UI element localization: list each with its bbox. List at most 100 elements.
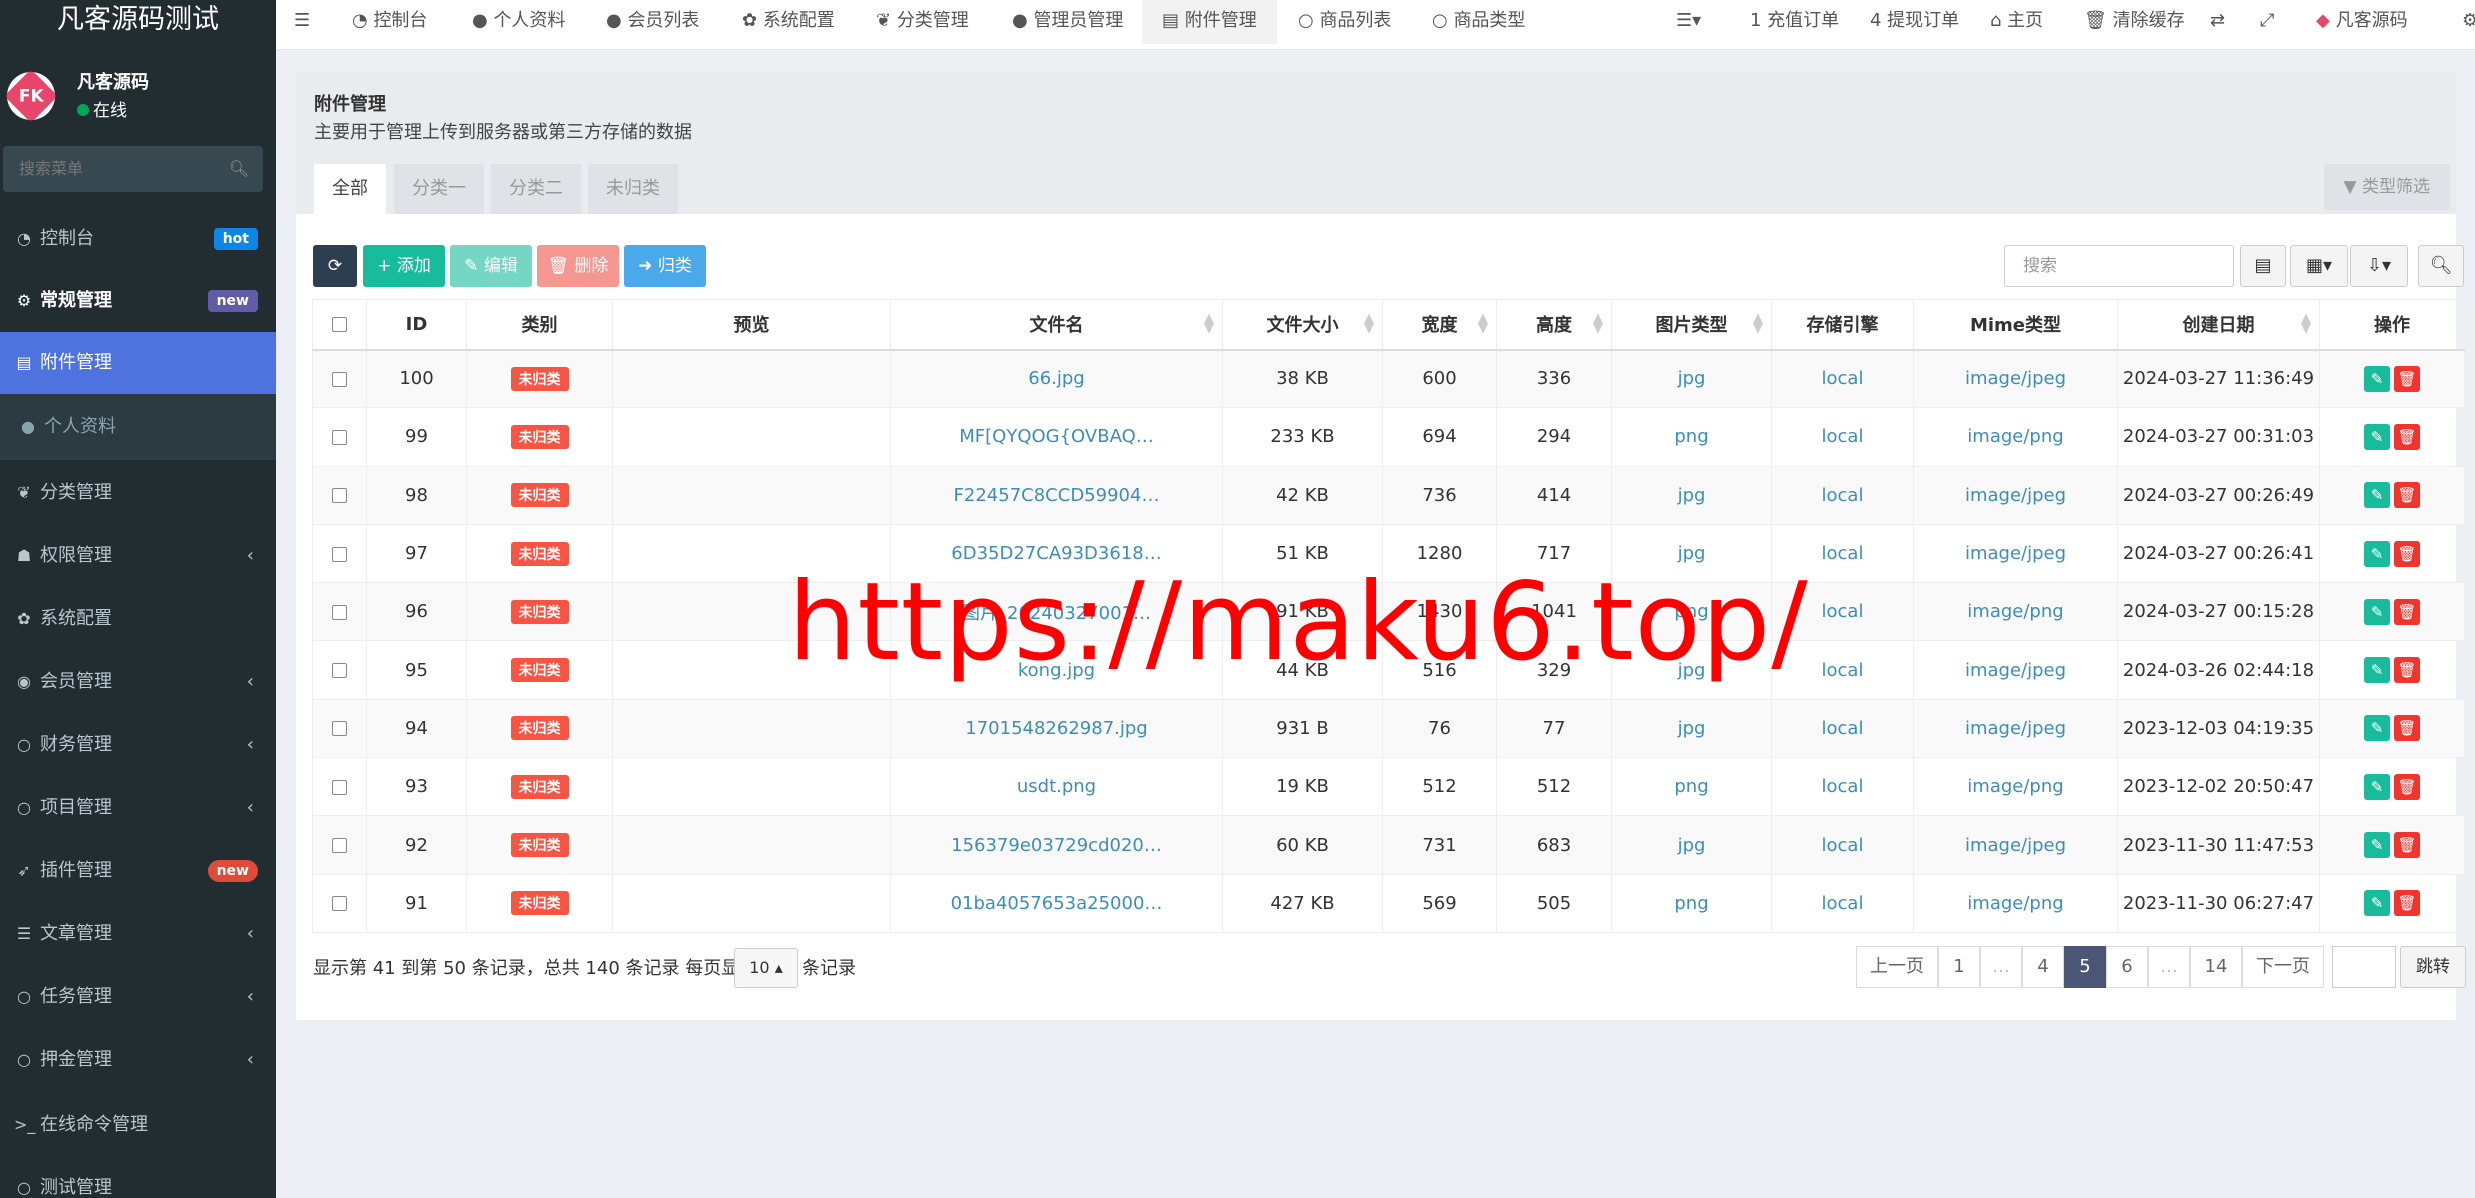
tab-category-1[interactable]: 分类一 — [394, 164, 484, 214]
delete-button[interactable]: 🗑︎ 删除 — [537, 245, 619, 287]
cell-filename[interactable]: 01ba4057653a25000… — [890, 873, 1223, 933]
delete-row-button[interactable]: 🗑︎ — [2394, 715, 2420, 742]
row-checkbox[interactable] — [312, 348, 367, 409]
cell-storage[interactable]: local — [1771, 407, 1914, 467]
translate-icon[interactable]: ⇄ — [2210, 0, 2225, 44]
current-page-button[interactable]: 5 — [2064, 946, 2106, 988]
tab-category[interactable]: ❦ 分类管理 — [876, 0, 969, 44]
checkbox[interactable] — [332, 488, 347, 504]
row-checkbox[interactable] — [312, 407, 367, 467]
menu-toggle-icon[interactable]: ☰ — [294, 0, 310, 44]
cell-storage[interactable]: local — [1771, 815, 1914, 875]
page-button[interactable]: 14 — [2190, 946, 2242, 988]
cell-filename[interactable]: 1701548262987.jpg — [890, 698, 1223, 759]
cell-image-type[interactable]: png — [1611, 407, 1772, 467]
table-row[interactable]: 93 未归类 usdt.png 19 KB 512 512 png local image/pn… — [312, 757, 2465, 817]
checkbox[interactable] — [332, 838, 347, 854]
delete-row-button[interactable]: 🗑︎ — [2394, 482, 2420, 509]
cell-mime[interactable]: image/jpeg — [1913, 698, 2118, 759]
tab-unclassified[interactable]: 未归类 — [588, 164, 678, 214]
cell-image-type[interactable]: jpg — [1611, 348, 1772, 409]
page-size-select[interactable]: 10 ▴ — [734, 948, 798, 988]
table-row[interactable]: 92 未归类 156379e03729cd020… 60 KB 731 683 jpg loc… — [312, 815, 2465, 875]
table-row[interactable]: 99 未归类 MF[QYQOG{OVBAQ… 233 KB 694 294 png local… — [312, 407, 2465, 467]
sidebar-item-finance[interactable]: ○ 财务管理 ‹ — [0, 714, 276, 776]
sidebar-search-input[interactable]: 搜索菜单 🔍︎ — [3, 146, 263, 192]
columns-dropdown-icon[interactable]: ▦▾ — [2290, 245, 2348, 287]
edit-row-button[interactable]: ✎ — [2364, 657, 2390, 684]
delete-row-button[interactable]: 🗑︎ — [2394, 832, 2420, 859]
sidebar-item-project[interactable]: ○ 项目管理 ‹ — [0, 777, 276, 839]
cell-filename[interactable]: F22457C8CCD59904… — [890, 465, 1223, 525]
cell-mime[interactable]: image/jpeg — [1913, 465, 2118, 525]
toggle-view-icon[interactable]: ▤ — [2240, 245, 2286, 287]
prev-page-button[interactable]: 上一页 — [1856, 946, 1938, 988]
delete-row-button[interactable]: 🗑︎ — [2394, 657, 2420, 684]
table-row[interactable]: 100 未归类 66.jpg 38 KB 600 336 jpg local image/jpe… — [312, 348, 2465, 409]
add-button[interactable]: + 添加 — [363, 245, 445, 287]
fullscreen-icon[interactable]: ⤢ — [2260, 0, 2274, 44]
cell-mime[interactable]: image/png — [1913, 407, 2118, 467]
tab-category-2[interactable]: 分类二 — [491, 164, 581, 214]
recharge-orders-link[interactable]: 1 充值订单 — [1750, 0, 1839, 44]
user-menu[interactable]: ◆ 凡客源码 — [2316, 0, 2408, 44]
sidebar-item-permission[interactable]: ☗ 权限管理 ‹ — [0, 525, 276, 587]
sidebar-item-dashboard[interactable]: ◔ 控制台 hot — [0, 208, 276, 270]
sidebar-item-member[interactable]: ◉ 会员管理 ‹ — [0, 651, 276, 713]
row-checkbox[interactable] — [312, 698, 367, 759]
withdraw-orders-link[interactable]: 4 提现订单 — [1870, 0, 1959, 44]
delete-row-button[interactable]: 🗑︎ — [2394, 773, 2420, 800]
settings-gear-icon[interactable]: ⚙ — [2462, 0, 2475, 44]
col-image-type[interactable]: 图片类型 ▲ ▼ — [1611, 299, 1772, 351]
cell-filename[interactable]: usdt.png — [890, 757, 1223, 817]
row-checkbox[interactable] — [312, 757, 367, 817]
row-checkbox[interactable] — [312, 815, 367, 875]
sidebar-item-category[interactable]: ❦ 分类管理 — [0, 462, 276, 524]
page-button[interactable]: 6 — [2106, 946, 2148, 988]
cell-image-type[interactable]: jpg — [1611, 465, 1772, 525]
col-filesize[interactable]: 文件大小 ▲ ▼ — [1222, 299, 1383, 351]
next-page-button[interactable]: 下一页 — [2242, 946, 2324, 988]
tab-attachment[interactable]: ▤ 附件管理 — [1142, 0, 1277, 44]
row-checkbox[interactable] — [312, 640, 367, 700]
tab-all[interactable]: 全部 — [314, 164, 386, 214]
jump-page-input[interactable] — [2332, 946, 2396, 988]
edit-row-button[interactable]: ✎ — [2364, 890, 2390, 917]
tab-goods-type[interactable]: ○ 商品类型 — [1432, 0, 1525, 44]
checkbox[interactable] — [332, 779, 347, 795]
cell-image-type[interactable]: jpg — [1611, 698, 1772, 759]
cell-mime[interactable]: image/png — [1913, 873, 2118, 933]
col-width[interactable]: 宽度 ▲ ▼ — [1382, 299, 1497, 351]
row-checkbox[interactable] — [312, 873, 367, 933]
row-checkbox[interactable] — [312, 465, 367, 525]
edit-row-button[interactable]: ✎ — [2364, 423, 2390, 450]
checkbox[interactable] — [332, 896, 347, 912]
col-height[interactable]: 高度 ▲ ▼ — [1496, 299, 1612, 351]
cell-filename[interactable]: 156379e03729cd020… — [890, 815, 1223, 875]
sidebar-item-article[interactable]: ☰ 文章管理 ‹ — [0, 903, 276, 965]
sidebar-item-plugin[interactable]: ➶ 插件管理 new — [0, 840, 276, 902]
sidebar-item-command[interactable]: >_ 在线命令管理 — [0, 1094, 276, 1156]
table-row[interactable]: 94 未归类 1701548262987.jpg 931 B 76 77 jpg local i… — [312, 698, 2465, 759]
checkbox[interactable] — [332, 604, 347, 620]
tab-admin[interactable]: ● 管理员管理 — [1012, 0, 1123, 44]
tab-member-list[interactable]: ● 会员列表 — [606, 0, 699, 44]
sidebar-item-general[interactable]: ⚙ 常规管理 new — [0, 270, 276, 332]
sidebar-item-task[interactable]: ○ 任务管理 ‹ — [0, 966, 276, 1028]
checkbox[interactable] — [332, 546, 347, 562]
col-id[interactable]: ID — [366, 299, 467, 351]
cell-storage[interactable]: local — [1771, 348, 1914, 409]
cell-image-type[interactable]: jpg — [1611, 815, 1772, 875]
clear-cache-button[interactable]: 🗑︎ 清除缓存 — [2084, 0, 2185, 44]
tab-goods-list[interactable]: ○ 商品列表 — [1298, 0, 1391, 44]
cell-mime[interactable]: image/jpeg — [1913, 815, 2118, 875]
page-button[interactable]: 4 — [2022, 946, 2064, 988]
delete-row-button[interactable]: 🗑︎ — [2394, 890, 2420, 917]
cell-mime[interactable]: image/jpeg — [1913, 348, 2118, 409]
delete-row-button[interactable]: 🗑︎ — [2394, 598, 2420, 625]
table-row[interactable]: 98 未归类 F22457C8CCD59904… 42 KB 736 414 jpg loca… — [312, 465, 2465, 525]
cell-mime[interactable]: image/png — [1913, 582, 2118, 642]
edit-row-button[interactable]: ✎ — [2364, 365, 2390, 392]
export-dropdown-icon[interactable]: ⇩▾ — [2350, 245, 2408, 287]
edit-row-button[interactable]: ✎ — [2364, 715, 2390, 742]
